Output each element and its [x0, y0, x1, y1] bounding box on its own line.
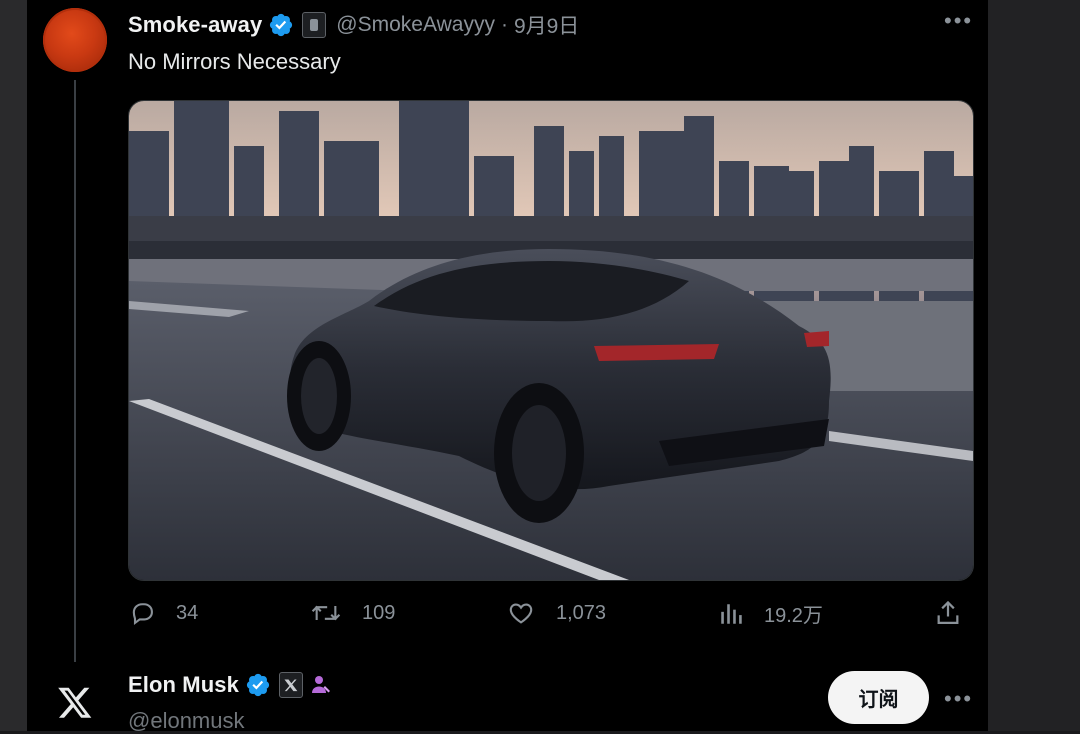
retweet-icon [311, 605, 341, 621]
more-options-icon[interactable]: ••• [944, 8, 973, 34]
reply-button[interactable]: 34 [128, 599, 198, 627]
tweet-image[interactable] [128, 100, 974, 581]
x-affiliate-icon [278, 672, 303, 698]
like-count: 1,073 [556, 601, 607, 624]
views-button[interactable]: 19.2万 [718, 599, 823, 628]
retweet-count: 109 [362, 601, 396, 624]
more-options-icon[interactable]: ••• [944, 686, 973, 712]
author-name[interactable]: Smoke-away [128, 12, 262, 38]
heart-icon [509, 603, 533, 624]
reply-count: 34 [176, 601, 199, 624]
reply-icon [132, 603, 153, 626]
tweet-actions: 34 109 1,073 19.2万 [128, 599, 968, 635]
view-count: 19.2万 [764, 605, 823, 627]
reply-author-handle[interactable]: @elonmusk [128, 708, 245, 734]
x-logo-icon[interactable] [57, 682, 93, 722]
share-icon [937, 600, 959, 625]
retweet-button[interactable]: 109 [310, 599, 395, 627]
car-photo [129, 101, 973, 580]
government-badge-icon [311, 676, 330, 693]
reply-author-name[interactable]: Elon Musk [128, 672, 239, 698]
tweet-date[interactable]: 9月9日 [514, 10, 579, 40]
share-button[interactable] [934, 599, 982, 627]
subscribe-button[interactable]: 订阅 [828, 671, 929, 724]
thread-line [74, 80, 76, 662]
tweet-header: Smoke-away @SmokeAwayyy · 9月9日 [128, 10, 579, 40]
verified-icon [246, 673, 270, 697]
author-handle[interactable]: @SmokeAwayyy [336, 13, 495, 37]
avatar[interactable] [43, 8, 107, 72]
verified-icon [270, 13, 293, 37]
like-button[interactable]: 1,073 [506, 599, 606, 627]
reply-author-header: Elon Musk [128, 672, 333, 698]
left-gutter [0, 0, 27, 731]
tweet-text: No Mirrors Necessary [128, 49, 341, 74]
right-gutter [988, 0, 1080, 731]
dot-separator: · [500, 13, 508, 36]
views-bar-icon [721, 603, 742, 624]
affiliate-badge-icon [302, 12, 327, 38]
